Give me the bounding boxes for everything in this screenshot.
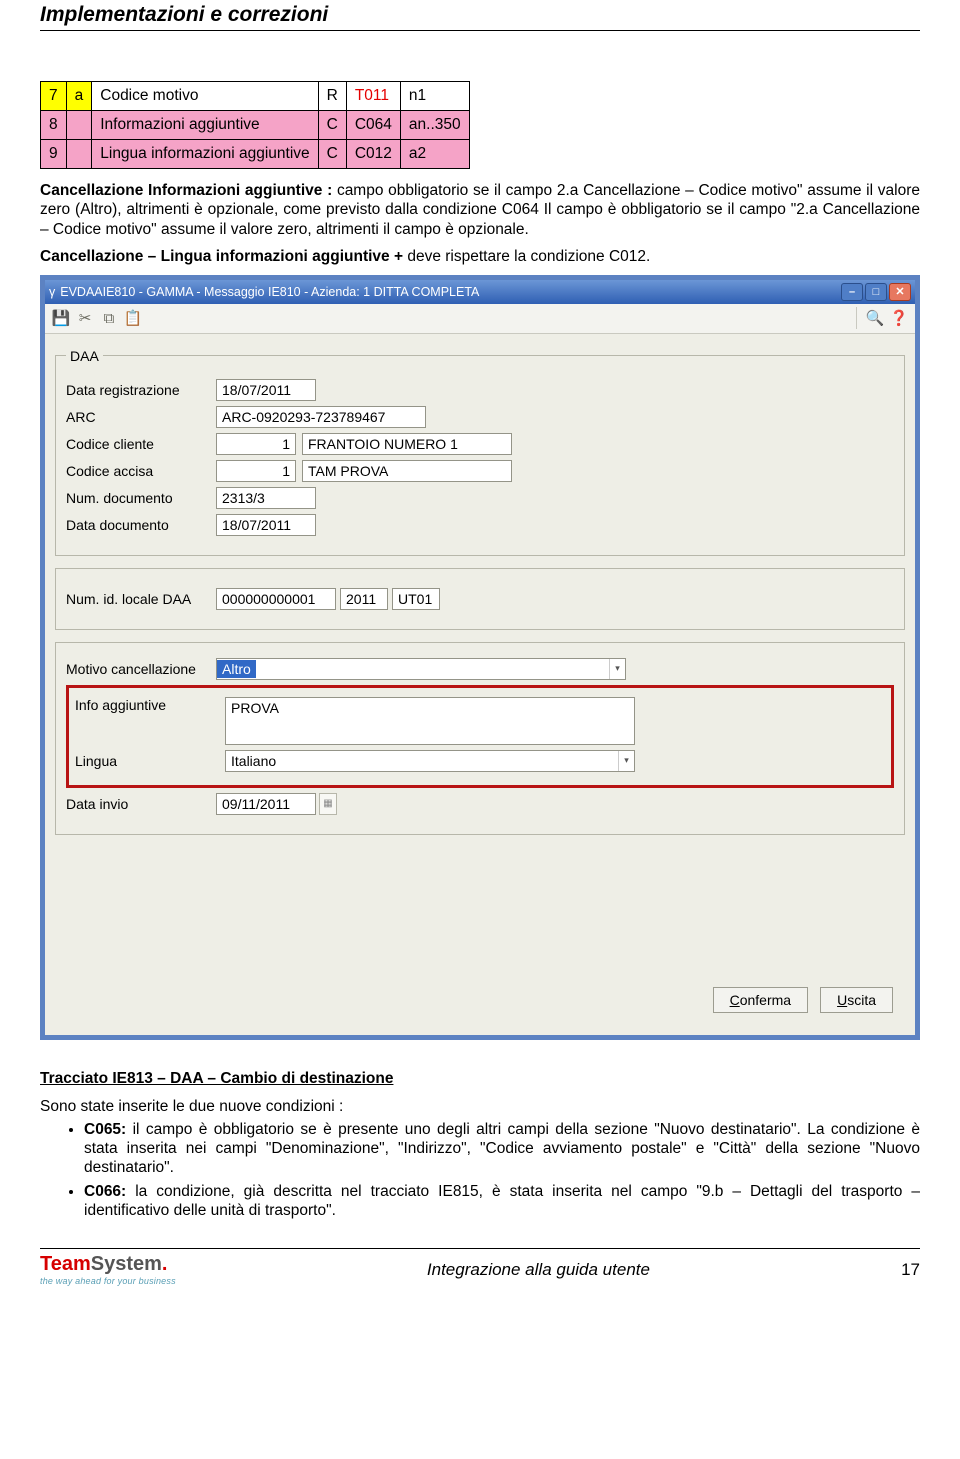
copy-icon[interactable]: ⧉: [99, 308, 119, 328]
title-rule: [40, 30, 920, 31]
lbl-info: Info aggiuntive: [75, 697, 225, 713]
group-daa: DAA Data registrazione 18/07/2011 ARC AR…: [55, 348, 905, 556]
highlight-redbox: Info aggiuntive PROVA Lingua Italiano ▾: [66, 685, 894, 788]
app-window: γ EVDAAIE810 - GAMMA - Messaggio IE810 -…: [40, 275, 920, 1040]
fld-data-doc[interactable]: 18/07/2011: [216, 514, 316, 536]
fld-data-reg[interactable]: 18/07/2011: [216, 379, 316, 401]
fld-id2[interactable]: 2011: [340, 588, 388, 610]
bullet-c065: C065: il campo è obbligatorio se è prese…: [84, 1120, 920, 1178]
paste-icon[interactable]: 📋: [123, 308, 143, 328]
fld-accisa[interactable]: TAM PROVA: [302, 460, 512, 482]
fld-arc[interactable]: ARC-0920293-723789467: [216, 406, 426, 428]
section-intro: Sono state inserite le due nuove condizi…: [40, 1098, 920, 1116]
spec-table: 7aCodice motivoRT011n18Informazioni aggi…: [40, 81, 470, 169]
fld-num-doc[interactable]: 2313/3: [216, 487, 316, 509]
fld-id3[interactable]: UT01: [392, 588, 440, 610]
para-cancel-info: Cancellazione Informazioni aggiuntive : …: [40, 181, 920, 239]
lbl-id-locale: Num. id. locale DAA: [66, 591, 216, 607]
help-icon[interactable]: ❓: [889, 308, 909, 328]
toolbar: 💾 ✂ ⧉ 📋 🔍 ❓: [45, 304, 915, 334]
footer-center: Integrazione alla guida utente: [176, 1260, 901, 1280]
lbl-data-reg: Data registrazione: [66, 382, 216, 398]
fld-data-invio[interactable]: 09/11/2011: [216, 793, 316, 815]
sel-motivo[interactable]: Altro ▾: [216, 658, 626, 680]
footer: TeamSystem. the way ahead for your busin…: [40, 1253, 920, 1292]
section-heading: Tracciato IE813 – DAA – Cambio di destin…: [40, 1070, 920, 1088]
fld-id1[interactable]: 000000000001: [216, 588, 336, 610]
page-title: Implementazioni e correzioni: [40, 3, 920, 27]
group-idlocale: Num. id. locale DAA 000000000001 2011 UT…: [55, 568, 905, 630]
maximize-button[interactable]: □: [865, 283, 887, 301]
titlebar: γ EVDAAIE810 - GAMMA - Messaggio IE810 -…: [45, 280, 915, 304]
lbl-motivo: Motivo cancellazione: [66, 661, 216, 677]
bullet-c066: C066: la condizione, già descritta nel t…: [84, 1182, 920, 1221]
lbl-cod-cliente: Codice cliente: [66, 436, 216, 452]
chevron-down-icon: ▾: [609, 659, 625, 679]
lbl-data-doc: Data documento: [66, 517, 216, 533]
window-title: EVDAAIE810 - GAMMA - Messaggio IE810 - A…: [60, 285, 479, 299]
close-button[interactable]: ✕: [889, 283, 911, 301]
lbl-lingua: Lingua: [75, 753, 225, 769]
lbl-data-invio: Data invio: [66, 796, 216, 812]
fld-cliente[interactable]: FRANTOIO NUMERO 1: [302, 433, 512, 455]
footer-rule: [40, 1248, 920, 1249]
fld-cod-accisa[interactable]: 1: [216, 460, 296, 482]
save-icon[interactable]: 💾: [51, 308, 71, 328]
conferma-button[interactable]: Conferma: [713, 987, 808, 1013]
sel-lingua[interactable]: Italiano ▾: [225, 750, 635, 772]
lbl-arc: ARC: [66, 409, 216, 425]
minimize-button[interactable]: –: [841, 283, 863, 301]
app-icon: γ: [49, 285, 55, 299]
footer-page: 17: [901, 1260, 920, 1280]
group-daa-legend: DAA: [66, 348, 103, 364]
group-cancel: Motivo cancellazione Altro ▾ Info aggiun…: [55, 642, 905, 835]
fld-info[interactable]: PROVA: [225, 697, 635, 745]
calendar-icon[interactable]: ▦: [319, 793, 337, 815]
lbl-num-doc: Num. documento: [66, 490, 216, 506]
cut-icon[interactable]: ✂: [75, 308, 95, 328]
search-icon[interactable]: 🔍: [865, 308, 885, 328]
lbl-cod-accisa: Codice accisa: [66, 463, 216, 479]
logo: TeamSystem. the way ahead for your busin…: [40, 1253, 176, 1286]
bullet-list: C065: il campo è obbligatorio se è prese…: [40, 1120, 920, 1221]
chevron-down-icon: ▾: [618, 751, 634, 771]
para-cancel-lang: Cancellazione – Lingua informazioni aggi…: [40, 247, 920, 266]
uscita-button[interactable]: Uscita: [820, 987, 893, 1013]
fld-cod-cliente[interactable]: 1: [216, 433, 296, 455]
